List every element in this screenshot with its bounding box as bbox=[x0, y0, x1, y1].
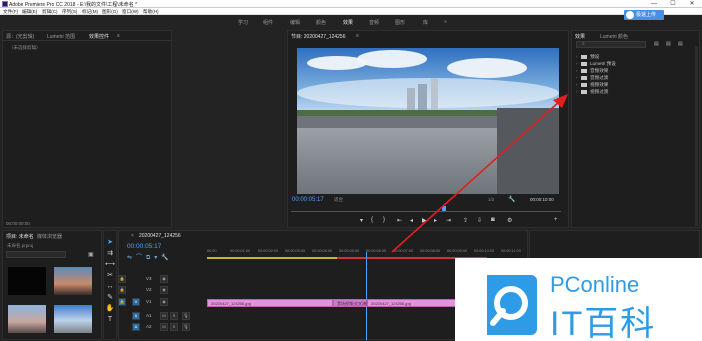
watermark-text: IT百科 bbox=[550, 305, 657, 341]
arrow-line bbox=[391, 100, 561, 253]
pconline-logo-icon bbox=[487, 275, 537, 335]
watermark-logo: PConline IT百科 bbox=[455, 258, 702, 341]
watermark-brand: PConline bbox=[550, 272, 640, 297]
